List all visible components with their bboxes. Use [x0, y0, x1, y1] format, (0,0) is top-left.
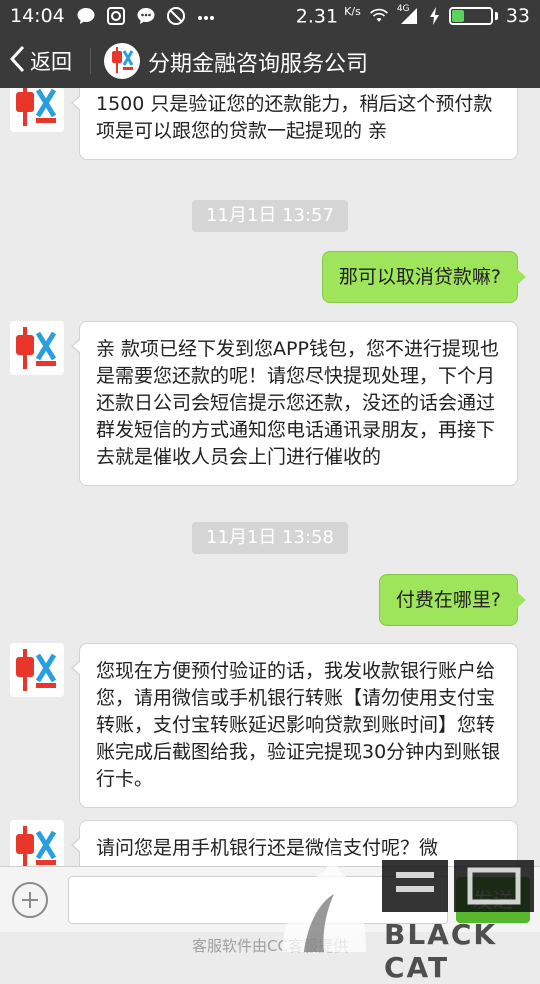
- message-bubble-left[interactable]: 请问您是用手机银行还是微信支付呢？微: [71, 820, 518, 866]
- wifi-icon: [369, 6, 389, 26]
- notification-icons: [76, 6, 216, 26]
- chat-area[interactable]: 1500 只是验证您的还款能力，稍后这个预付款项是可以跟您的贷款一起提现的 亲 …: [0, 88, 540, 866]
- message-bubble-left[interactable]: 亲 款项已经下发到您APP钱包，您不进行提现也是需要您还款的呢！请您尽快提现处理…: [71, 321, 518, 486]
- message-bubble-left[interactable]: 1500 只是验证您的还款能力，稍后这个预付款项是可以跟您的贷款一起提现的 亲: [71, 88, 518, 160]
- signal-icon: 4G: [396, 4, 421, 26]
- message-bubble-icon: [76, 6, 96, 26]
- agent-avatar[interactable]: [10, 643, 64, 697]
- message-bubble-right[interactable]: 付费在哪里?: [378, 574, 527, 626]
- page-title: 分期金融咨询服务公司: [148, 52, 369, 77]
- agent-avatar[interactable]: [10, 88, 64, 132]
- timestamp: 11月1日 13:58: [192, 522, 348, 554]
- status-bar: 14:04 2.31 K/s 4G 33: [0, 0, 540, 34]
- battery-percent: 33: [505, 5, 530, 28]
- network-type: 4G: [396, 4, 410, 15]
- message-bubble-right[interactable]: 那可以取消贷款嘛?: [321, 251, 527, 303]
- back-label: 返回: [30, 50, 72, 74]
- message-bubble-left[interactable]: 您现在方便预付验证的话，我发收款银行账户给您，请用微信或手机银行转账【请勿使用支…: [71, 643, 518, 808]
- input-bar: 发送: [0, 866, 540, 933]
- agent-avatar[interactable]: [10, 321, 64, 375]
- chevron-left-icon: [8, 44, 26, 78]
- chat-header: 返回 分期金融咨询服务公司: [0, 34, 540, 88]
- agent-avatar[interactable]: [10, 820, 64, 866]
- chat-notification-icon: [136, 6, 156, 26]
- back-button[interactable]: 返回: [8, 42, 72, 80]
- status-time: 14:04: [10, 5, 65, 27]
- send-button[interactable]: 发送: [456, 877, 530, 923]
- header-divider: [90, 48, 91, 74]
- net-speed: 2.31 K/s: [295, 5, 361, 28]
- charging-icon: [429, 6, 441, 26]
- message-input[interactable]: [68, 876, 448, 924]
- app-notification-icon: [106, 6, 126, 26]
- powered-by-footer: 客服软件由CC客服提供: [0, 932, 540, 960]
- status-right: 2.31 K/s 4G 33: [295, 4, 530, 28]
- company-logo: [104, 43, 140, 79]
- plus-icon[interactable]: [12, 882, 48, 918]
- more-dots-icon: [196, 6, 216, 26]
- battery-icon: [448, 7, 498, 26]
- block-icon: [166, 6, 186, 26]
- timestamp: 11月1日 13:57: [192, 200, 348, 232]
